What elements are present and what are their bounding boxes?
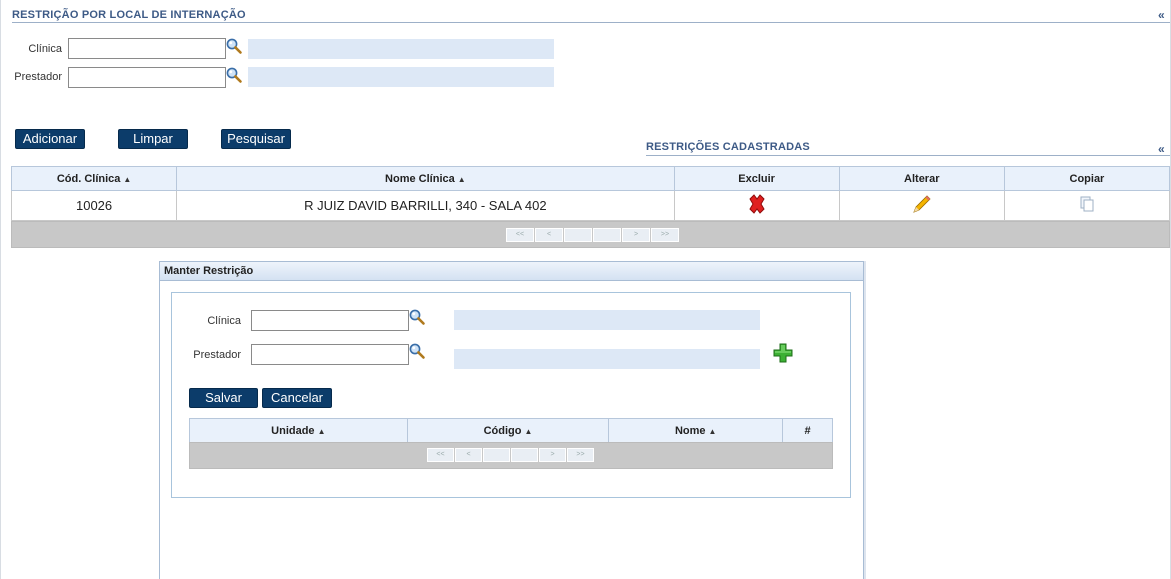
clinica-code-input[interactable] xyxy=(68,38,226,59)
cell-copy xyxy=(1003,190,1171,221)
dialog-units-table: Unidade ▲︎ Código ▲︎ Nome ▲︎ # xyxy=(189,418,833,443)
table-header-row: Cód. Clínica ▲︎ Nome Clínica ▲︎ Excluir Al… xyxy=(10,166,1171,191)
column-header-hash: # xyxy=(782,418,833,443)
grid-divider xyxy=(646,155,1170,156)
column-header-edit: Alterar xyxy=(838,166,1005,191)
clinica-description-field xyxy=(248,39,554,59)
column-header-unit[interactable]: Unidade ▲︎ xyxy=(189,418,408,443)
clear-button[interactable]: Limpar xyxy=(118,129,188,149)
sort-icon: ▲︎ xyxy=(708,426,717,436)
pager-last-button[interactable]: >> xyxy=(651,228,679,242)
pager-page-button[interactable] xyxy=(593,228,621,242)
dialog-clinica-magnifier-icon[interactable] xyxy=(408,308,426,326)
sort-icon: ▲︎ xyxy=(123,174,132,184)
pager-prev-button[interactable]: < xyxy=(535,228,563,242)
table-row: 10026 R JUIZ DAVID BARRILLI, 340 - SALA … xyxy=(10,190,1171,221)
section-divider xyxy=(12,22,1170,23)
column-header-copy: Copiar xyxy=(1003,166,1171,191)
section-collapse-button[interactable]: « xyxy=(1158,8,1165,22)
add-green-plus-icon[interactable] xyxy=(772,342,794,364)
pager-first-button[interactable]: << xyxy=(427,448,454,462)
pager-prev-button[interactable]: < xyxy=(455,448,482,462)
cell-delete xyxy=(673,190,840,221)
column-header-delete: Excluir xyxy=(673,166,840,191)
sort-icon: ▲︎ xyxy=(524,426,533,436)
restrictions-table: Cód. Clínica ▲︎ Nome Clínica ▲︎ Excluir Al… xyxy=(10,166,1171,221)
copy-icon[interactable] xyxy=(1077,194,1097,214)
dialog-prestador-description xyxy=(454,349,760,369)
pager-next-button[interactable]: > xyxy=(539,448,566,462)
column-header-code[interactable]: Código ▲︎ xyxy=(406,418,610,443)
dialog-clinica-input[interactable] xyxy=(251,310,409,331)
dialog-clinica-label: Clínica xyxy=(207,315,241,327)
clinica-lookup-magnifier-icon[interactable] xyxy=(225,37,243,55)
column-header-name[interactable]: Nome Clínica ▲︎ xyxy=(176,166,675,191)
edit-pencil-icon[interactable] xyxy=(911,193,933,215)
prestador-label: Prestador xyxy=(14,71,62,83)
dialog-title: Manter Restrição xyxy=(164,265,254,277)
dialog-pager-buttons: << < > >> xyxy=(427,448,594,462)
pager-first-button[interactable]: << xyxy=(506,228,534,242)
pager-next-button[interactable]: > xyxy=(622,228,650,242)
delete-red-x-icon[interactable] xyxy=(746,193,768,215)
dialog-table-header-row: Unidade ▲︎ Código ▲︎ Nome ▲︎ # xyxy=(189,418,833,443)
search-button[interactable]: Pesquisar xyxy=(221,129,291,149)
grid-collapse-button[interactable]: « xyxy=(1158,142,1165,156)
sort-icon: ▲︎ xyxy=(317,426,326,436)
dialog-prestador-magnifier-icon[interactable] xyxy=(408,342,426,360)
column-header-code[interactable]: Cód. Clínica ▲︎ xyxy=(10,166,178,191)
cell-edit xyxy=(838,190,1005,221)
pager-buttons: << < > >> xyxy=(506,228,679,242)
prestador-lookup-magnifier-icon[interactable] xyxy=(225,66,243,84)
grid-title: RESTRIÇÕES CADASTRADAS xyxy=(646,141,810,153)
prestador-code-input[interactable] xyxy=(68,67,226,88)
pager-page-button[interactable] xyxy=(483,448,510,462)
pager-page-button[interactable] xyxy=(511,448,538,462)
cell-code: 10026 xyxy=(10,190,178,221)
prestador-description-field xyxy=(248,67,554,87)
dialog-prestador-label: Prestador xyxy=(193,349,241,361)
dialog-header[interactable]: Manter Restrição xyxy=(160,262,863,281)
dialog-clinica-description xyxy=(454,310,760,330)
cell-name: R JUIZ DAVID BARRILLI, 340 - SALA 402 xyxy=(176,190,675,221)
add-button[interactable]: Adicionar xyxy=(15,129,85,149)
save-button[interactable]: Salvar xyxy=(189,388,258,408)
pager-last-button[interactable]: >> xyxy=(567,448,594,462)
section-title: RESTRIÇÃO POR LOCAL DE INTERNAÇÃO xyxy=(12,9,246,21)
sort-icon: ▲︎ xyxy=(457,174,466,184)
cancel-button[interactable]: Cancelar xyxy=(262,388,332,408)
column-header-name[interactable]: Nome ▲︎ xyxy=(608,418,784,443)
pager-page-button[interactable] xyxy=(564,228,592,242)
dialog-prestador-input[interactable] xyxy=(251,344,409,365)
clinica-label: Clínica xyxy=(28,43,62,55)
